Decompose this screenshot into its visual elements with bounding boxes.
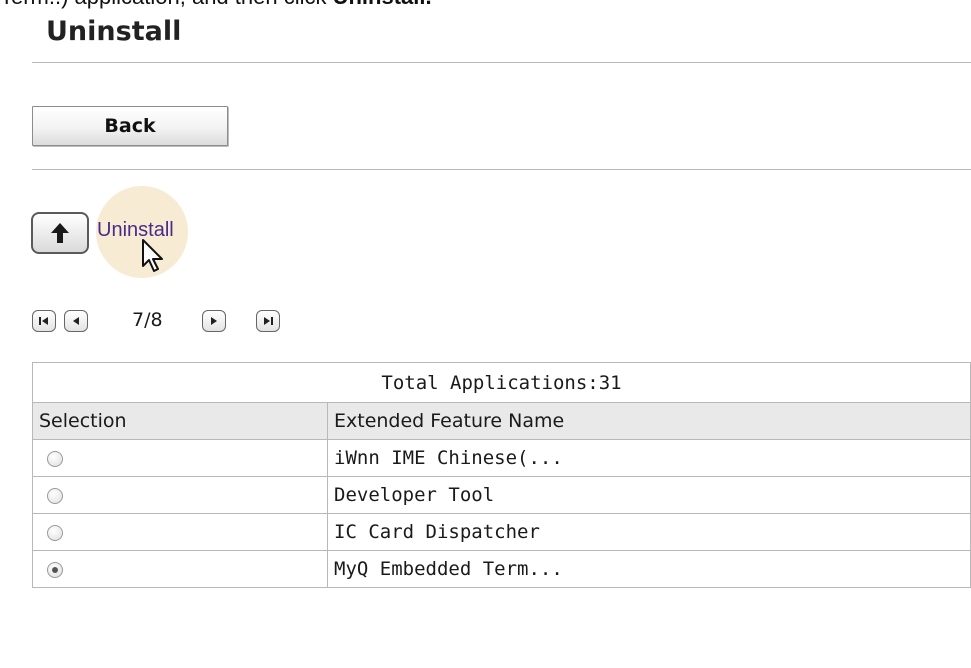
next-page-button[interactable] [202, 310, 226, 332]
total-applications: Total Applications:31 [32, 362, 971, 403]
selection-cell [32, 439, 328, 477]
table-row[interactable]: IC Card Dispatcher [32, 513, 971, 551]
selection-radio[interactable] [47, 450, 63, 467]
page-indicator: 7/8 [132, 309, 163, 331]
prev-page-button[interactable] [64, 310, 88, 332]
last-page-button[interactable] [256, 310, 280, 332]
divider [32, 169, 971, 170]
total-row: Total Applications:31 [32, 362, 971, 403]
column-header-feature-name: Extended Feature Name [327, 402, 971, 440]
uninstall-up-button[interactable] [31, 212, 89, 254]
mouse-pointer-icon [142, 239, 163, 272]
first-page-button[interactable] [32, 310, 56, 332]
caption-bold-text: Uninstall. [333, 0, 432, 9]
feature-name-cell: IC Card Dispatcher [327, 513, 971, 551]
table-header-row: Selection Extended Feature Name [32, 402, 971, 440]
feature-name-cell: Developer Tool [327, 476, 971, 514]
applications-table: Total Applications:31 Selection Extended… [32, 362, 971, 588]
next-page-icon [211, 317, 217, 325]
divider [32, 62, 971, 63]
instruction-caption: Term..) application, and then click Unin… [0, 0, 432, 8]
table-row[interactable]: iWnn IME Chinese(... [32, 439, 971, 477]
table-row[interactable]: Developer Tool [32, 476, 971, 514]
selection-radio[interactable] [47, 561, 63, 578]
caption-text: Term..) application, and then click [0, 0, 333, 9]
selection-cell [32, 476, 328, 514]
page-title: Uninstall [46, 16, 182, 47]
column-header-selection: Selection [32, 402, 328, 440]
table-row[interactable]: MyQ Embedded Term... [32, 550, 971, 588]
prev-page-icon [73, 317, 79, 325]
selection-cell [32, 513, 328, 551]
feature-name-cell: MyQ Embedded Term... [327, 550, 971, 588]
selection-cell [32, 550, 328, 588]
back-button[interactable]: Back [32, 106, 228, 146]
feature-name-cell: iWnn IME Chinese(... [327, 439, 971, 477]
arrow-up-icon [51, 223, 69, 243]
selection-radio[interactable] [47, 524, 63, 541]
last-page-icon [264, 317, 273, 325]
first-page-icon [39, 317, 48, 325]
selection-radio[interactable] [47, 487, 63, 504]
